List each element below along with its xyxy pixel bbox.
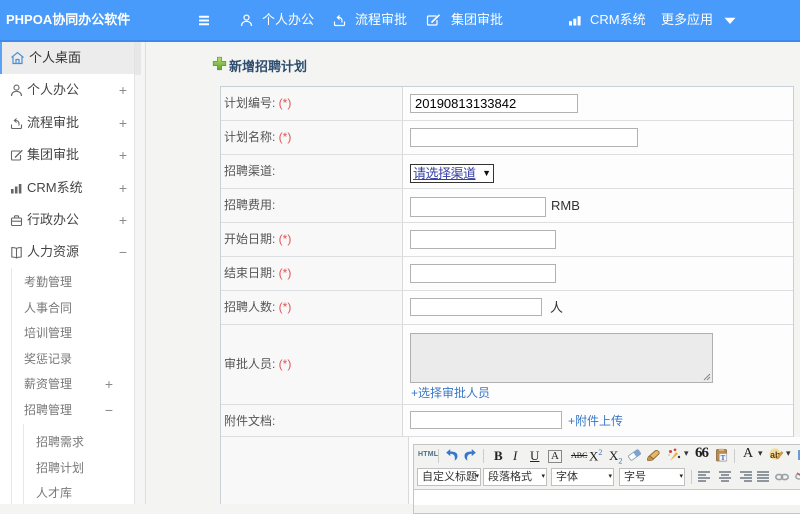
- svg-text:T: T: [721, 454, 726, 462]
